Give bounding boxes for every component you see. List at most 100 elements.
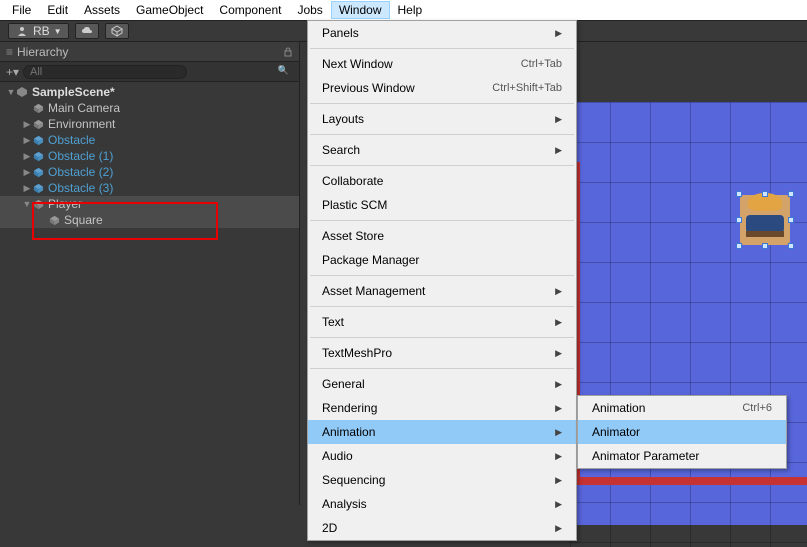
cube-outline-icon [110, 24, 124, 38]
hierarchy-search-row: +▾ 🔍 [0, 62, 299, 82]
submenu-arrow-icon: ▶ [555, 475, 562, 486]
scene-label: SampleScene* [32, 85, 115, 99]
hierarchy-header[interactable]: ≡ Hierarchy [0, 42, 299, 62]
selection-handle[interactable] [762, 191, 768, 197]
menu-help[interactable]: Help [390, 1, 431, 19]
environment-node[interactable]: ▶ Environment [0, 116, 299, 132]
expand-arrow-icon[interactable]: ▶ [22, 119, 32, 130]
menu-textmeshpro[interactable]: TextMeshPro▶ [308, 341, 576, 365]
menu-analysis[interactable]: Analysis▶ [308, 492, 576, 516]
submenu-animator-parameter[interactable]: Animator Parameter [578, 444, 786, 468]
menu-separator [310, 103, 574, 104]
menu-separator [310, 48, 574, 49]
menu-rendering[interactable]: Rendering▶ [308, 396, 576, 420]
menu-gameobject[interactable]: GameObject [128, 1, 211, 19]
menu-separator [310, 337, 574, 338]
node-label: Square [64, 213, 103, 227]
create-dropdown[interactable]: +▾ [6, 65, 19, 79]
submenu-arrow-icon: ▶ [555, 499, 562, 510]
submenu-animation[interactable]: AnimationCtrl+6 [578, 396, 786, 420]
square-node[interactable]: Square [0, 212, 299, 228]
submenu-arrow-icon: ▶ [555, 114, 562, 125]
submenu-arrow-icon: ▶ [555, 348, 562, 359]
menu-plastic-scm[interactable]: Plastic SCM [308, 193, 576, 217]
menu-package-manager[interactable]: Package Manager [308, 248, 576, 272]
obstacle-node[interactable]: ▶ Obstacle [0, 132, 299, 148]
expand-arrow-icon[interactable]: ▶ [22, 183, 32, 194]
menu-window[interactable]: Window [331, 1, 390, 19]
menu-separator [310, 134, 574, 135]
menu-search[interactable]: Search▶ [308, 138, 576, 162]
expand-arrow-icon[interactable]: ▼ [22, 199, 32, 209]
main-camera-node[interactable]: Main Camera [0, 100, 299, 116]
account-button[interactable]: RB ▼ [8, 23, 69, 39]
menu-file[interactable]: File [4, 1, 39, 19]
node-label: Main Camera [48, 101, 120, 115]
expand-arrow-icon[interactable]: ▶ [22, 167, 32, 178]
menu-layouts[interactable]: Layouts▶ [308, 107, 576, 131]
node-label: Obstacle (3) [48, 181, 113, 195]
menu-asset-store[interactable]: Asset Store [308, 224, 576, 248]
expand-arrow-icon[interactable]: ▶ [22, 135, 32, 146]
menu-collaborate[interactable]: Collaborate [308, 169, 576, 193]
menu-component[interactable]: Component [211, 1, 289, 19]
menu-asset-management[interactable]: Asset Management▶ [308, 279, 576, 303]
dropdown-arrow-icon: ▼ [54, 27, 62, 36]
submenu-arrow-icon: ▶ [555, 379, 562, 390]
player-sprite[interactable] [740, 195, 790, 245]
menu-jobs[interactable]: Jobs [289, 1, 330, 19]
menu-edit[interactable]: Edit [39, 1, 76, 19]
menu-animation[interactable]: Animation▶ [308, 420, 576, 444]
submenu-arrow-icon: ▶ [555, 451, 562, 462]
obstacle1-node[interactable]: ▶ Obstacle (1) [0, 148, 299, 164]
menu-2d[interactable]: 2D▶ [308, 516, 576, 540]
submenu-arrow-icon: ▶ [555, 28, 562, 39]
menu-assets[interactable]: Assets [76, 1, 128, 19]
window-dropdown: Panels▶ Next WindowCtrl+Tab Previous Win… [307, 20, 577, 541]
node-label: Obstacle (2) [48, 165, 113, 179]
submenu-arrow-icon: ▶ [555, 523, 562, 534]
menu-separator [310, 165, 574, 166]
unity-logo-icon [16, 86, 28, 98]
search-icon: 🔍 [278, 65, 289, 76]
selection-handle[interactable] [736, 217, 742, 223]
obstacle2-node[interactable]: ▶ Obstacle (2) [0, 164, 299, 180]
expand-arrow-icon[interactable]: ▼ [6, 87, 16, 97]
shortcut-label: Ctrl+6 [742, 402, 772, 414]
shortcut-label: Ctrl+Shift+Tab [492, 82, 562, 94]
cloud-button[interactable] [75, 23, 99, 39]
selection-handle[interactable] [788, 217, 794, 223]
submenu-animator[interactable]: Animator [578, 420, 786, 444]
node-label: Obstacle [48, 133, 95, 147]
selection-handle[interactable] [736, 243, 742, 249]
menu-separator [310, 220, 574, 221]
gameobject-icon [48, 214, 60, 226]
sprite-body [740, 195, 790, 245]
user-icon [15, 24, 29, 38]
menu-audio[interactable]: Audio▶ [308, 444, 576, 468]
menu-separator [310, 306, 574, 307]
selection-handle[interactable] [788, 243, 794, 249]
hierarchy-search-input[interactable] [23, 65, 187, 79]
menu-next-window[interactable]: Next WindowCtrl+Tab [308, 52, 576, 76]
obstacle3-node[interactable]: ▶ Obstacle (3) [0, 180, 299, 196]
node-label: Environment [48, 117, 115, 131]
submenu-arrow-icon: ▶ [555, 286, 562, 297]
prefab-icon [32, 150, 44, 162]
gameobject-icon [32, 198, 44, 210]
scene-node[interactable]: ▼ SampleScene* [0, 84, 299, 100]
menu-sequencing[interactable]: Sequencing▶ [308, 468, 576, 492]
menu-prev-window[interactable]: Previous WindowCtrl+Shift+Tab [308, 76, 576, 100]
menu-text[interactable]: Text▶ [308, 310, 576, 334]
player-node[interactable]: ▼ Player [0, 196, 299, 212]
selection-handle[interactable] [762, 243, 768, 249]
selection-handle[interactable] [788, 191, 794, 197]
scene-boundary [572, 477, 807, 485]
selection-handle[interactable] [736, 191, 742, 197]
lock-icon[interactable] [283, 47, 293, 57]
hierarchy-tree: ▼ SampleScene* Main Camera ▶ Environment… [0, 82, 299, 230]
package-button[interactable] [105, 23, 129, 39]
menu-panels[interactable]: Panels▶ [308, 21, 576, 45]
menu-general[interactable]: General▶ [308, 372, 576, 396]
expand-arrow-icon[interactable]: ▶ [22, 151, 32, 162]
